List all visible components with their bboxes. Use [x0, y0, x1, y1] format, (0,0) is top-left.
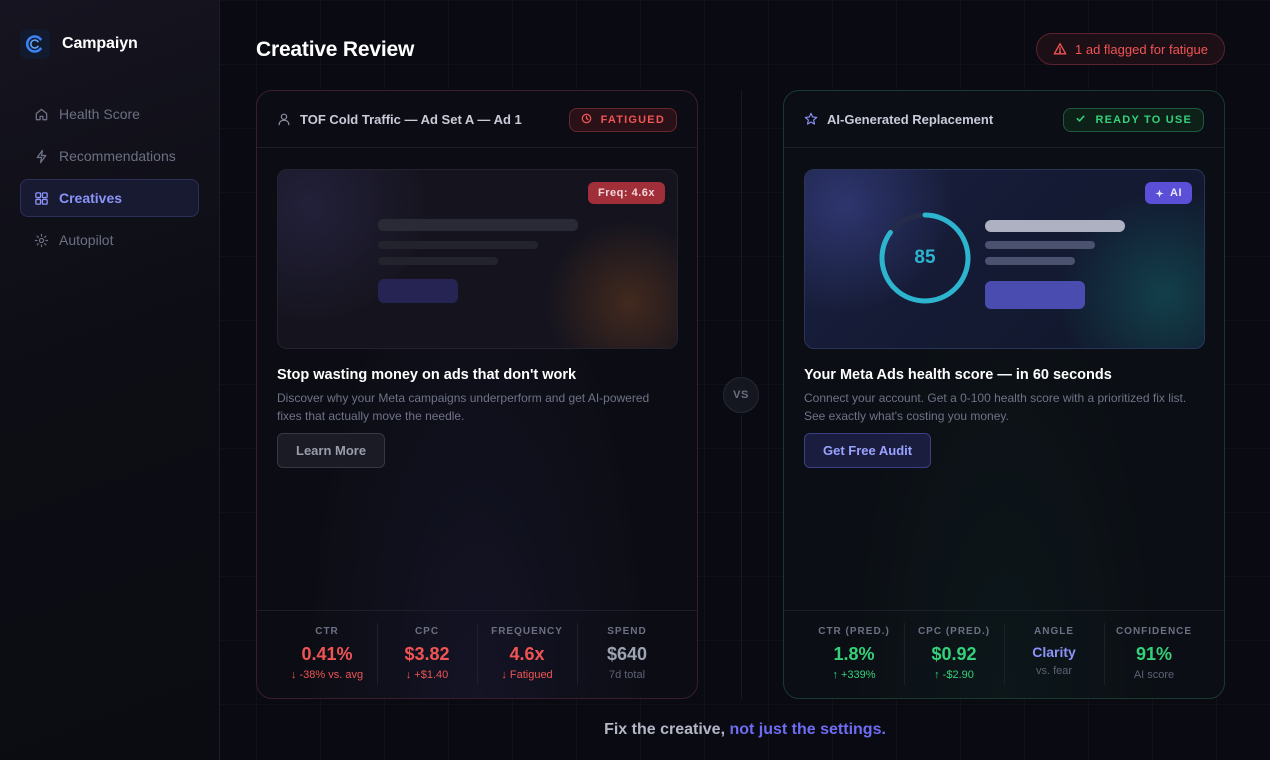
metric-delta: ↓ Fatigued: [501, 669, 553, 681]
sidebar-item-autopilot[interactable]: Autopilot: [20, 221, 199, 259]
divider-line-bottom: [741, 415, 742, 699]
headline-placeholder: [985, 220, 1125, 232]
metric-value: $0.92: [931, 644, 977, 664]
metric-label: CTR: [315, 626, 339, 637]
status-badge: FATIGUED: [568, 108, 677, 132]
health-score-value: 85: [914, 247, 936, 268]
card-header: AI-Generated Replacement READY TO USE: [784, 91, 1224, 148]
ai-replacement-card: AI-Generated Replacement READY TO USE 85: [783, 90, 1225, 699]
metric-cpc: CPC $3.82 ↓ +$1.40: [377, 611, 477, 698]
metric-label: CPC (PRED.): [917, 626, 991, 637]
status-badge-text: READY TO USE: [1095, 114, 1192, 126]
metric-delta: ↑ -$2.90: [934, 669, 974, 681]
sidebar-item-recommendations[interactable]: Recommendations: [20, 137, 199, 175]
card-title: AI-Generated Replacement: [827, 111, 994, 127]
ad-preview[interactable]: 85 AI: [804, 169, 1205, 349]
sparkle-icon: [1155, 188, 1164, 198]
metric-frequency: FREQUENCY 4.6x ↓ Fatigued: [477, 611, 577, 698]
metric-spend: SPEND $640 7d total: [577, 611, 677, 698]
ad-description: Discover why your Meta campaigns underpe…: [277, 391, 650, 423]
sidebar-item-label: Creatives: [59, 190, 123, 206]
card-header: TOF Cold Traffic — Ad Set A — Ad 1 FATIG…: [257, 91, 697, 148]
metric-value: $640: [606, 644, 648, 664]
tagline-part-2: not just the settings.: [729, 721, 886, 738]
metric-delta: 7d total: [608, 669, 646, 681]
sidebar-item-label: Autopilot: [59, 232, 114, 248]
button-placeholder: [378, 279, 458, 303]
vs-divider: VS: [723, 377, 759, 413]
text-placeholder: [378, 257, 498, 265]
fatigue-flag-badge[interactable]: 1 ad flagged for fatigue: [1036, 33, 1225, 65]
user-icon: [277, 112, 291, 126]
sidebar-nav: Health Score Recommendations Creatives A…: [20, 95, 199, 263]
fatigued-ad-card: TOF Cold Traffic — Ad Set A — Ad 1 FATIG…: [256, 90, 698, 699]
metric-value: Clarity: [1032, 644, 1076, 660]
metric-angle: ANGLE Clarity vs. fear: [1004, 611, 1104, 698]
frequency-pill: Freq: 4.6x: [588, 182, 665, 204]
sidebar: Campaiyn Health Score Recommendations Cr…: [0, 0, 220, 760]
star-icon: [804, 112, 818, 126]
metric-label: CONFIDENCE: [1115, 626, 1193, 637]
metric-ctr: CTR 0.41% ↓ -38% vs. avg: [277, 611, 377, 698]
metrics-row: CTR (PRED.) 1.8% ↑ +339% CPC (PRED.) $0.…: [784, 610, 1224, 698]
app-root: Campaiyn Health Score Recommendations Cr…: [0, 0, 1270, 760]
text-placeholder: [378, 241, 538, 249]
metric-label: SPEND: [607, 626, 647, 637]
status-badge: READY TO USE: [1063, 108, 1204, 132]
ad-description: Connect your account. Get a 0-100 health…: [804, 391, 1187, 423]
metric-label: CPC: [414, 626, 440, 637]
metric-value: 4.6x: [509, 644, 545, 664]
warning-icon: [1053, 42, 1067, 56]
metric-label: ANGLE: [1034, 626, 1074, 637]
sidebar-item-creatives[interactable]: Creatives: [20, 179, 199, 217]
learn-more-button[interactable]: Learn More: [277, 433, 386, 468]
brand-name: Campaiyn: [62, 35, 138, 52]
ad-headline: Your Meta Ads health score — in 60 secon…: [804, 367, 1112, 383]
brand[interactable]: Campaiyn: [20, 29, 138, 59]
metrics-row: CTR 0.41% ↓ -38% vs. avg CPC $3.82 ↓ +$1…: [257, 610, 697, 698]
text-placeholder: [985, 257, 1075, 265]
page-title: Creative Review: [256, 38, 415, 61]
sidebar-item-label: Recommendations: [59, 148, 176, 164]
card-title: TOF Cold Traffic — Ad Set A — Ad 1: [300, 111, 522, 127]
bolt-icon: [33, 148, 49, 164]
clock-icon: [581, 113, 595, 127]
grid-icon: [33, 190, 49, 206]
metric-value: 0.41%: [301, 644, 353, 664]
ai-pill: AI: [1145, 182, 1192, 204]
metric-label: CTR (PRED.): [818, 626, 890, 637]
metric-delta: ↑ +339%: [832, 669, 876, 681]
metric-confidence: CONFIDENCE 91% AI score: [1104, 611, 1204, 698]
button-placeholder: [985, 281, 1085, 309]
flag-badge-text: 1 ad flagged for fatigue: [1075, 41, 1208, 57]
metric-delta: AI score: [1133, 669, 1175, 681]
c-logo-icon: [20, 29, 50, 59]
tagline: Fix the creative, not just the settings.: [220, 721, 1270, 739]
metric-delta: ↓ -38% vs. avg: [290, 669, 364, 681]
check-icon: [1075, 113, 1089, 127]
ad-preview[interactable]: Freq: 4.6x: [277, 169, 678, 349]
sidebar-item-health-score[interactable]: Health Score: [20, 95, 199, 133]
divider-line-top: [741, 90, 742, 375]
gear-icon: [33, 232, 49, 248]
text-placeholder: [985, 241, 1095, 249]
home-icon: [33, 106, 49, 122]
metric-value: $3.82: [404, 644, 450, 664]
metric-label: FREQUENCY: [491, 626, 563, 637]
headline-placeholder: [378, 219, 578, 231]
metric-cpc-pred: CPC (PRED.) $0.92 ↑ -$2.90: [904, 611, 1004, 698]
ad-headline: Stop wasting money on ads that don't wor…: [277, 367, 577, 383]
metric-value: 1.8%: [833, 644, 875, 664]
status-badge-text: FATIGUED: [600, 114, 665, 126]
metric-delta: ↓ +$1.40: [405, 669, 449, 681]
metric-value: 91%: [1135, 644, 1173, 664]
sidebar-item-label: Health Score: [59, 106, 140, 122]
get-free-audit-button[interactable]: Get Free Audit: [804, 433, 932, 468]
tagline-part-1: Fix the creative,: [604, 721, 730, 738]
ai-pill-text: AI: [1170, 187, 1182, 199]
metric-delta: vs. fear: [1035, 665, 1073, 677]
metric-ctr-pred: CTR (PRED.) 1.8% ↑ +339%: [804, 611, 904, 698]
